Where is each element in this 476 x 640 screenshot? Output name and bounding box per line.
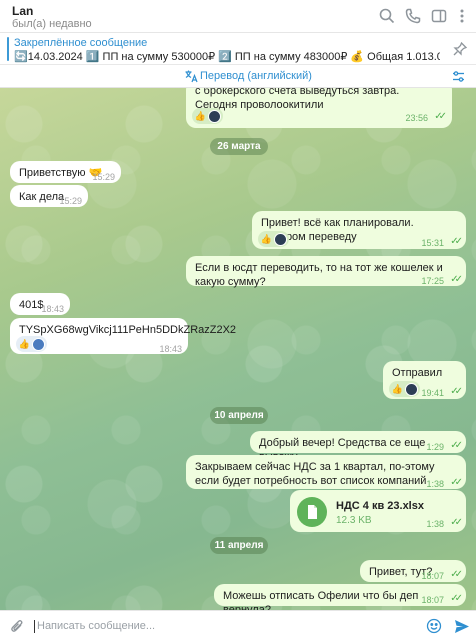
- translate-icon: [184, 69, 198, 83]
- message-time: 18:43: [159, 344, 182, 354]
- reaction[interactable]: 👍: [389, 381, 420, 397]
- message-text: TYSpXG68wgVikcj111PeHn5DDkZRazZ2X2: [19, 324, 237, 336]
- reaction[interactable]: 👍: [192, 108, 223, 124]
- message-bubble[interactable]: 401$ 18:43: [10, 293, 70, 315]
- message-text: Приветствую 🤝: [19, 167, 103, 179]
- message-bubble[interactable]: Привет! всё как планировали. Вечером пер…: [252, 211, 466, 249]
- pinned-title: Закреплённое сообщение: [14, 37, 148, 49]
- message-text: Как дела: [19, 191, 65, 203]
- message-text: Можешь отписать Офелии что бы деп вернул…: [223, 590, 419, 610]
- file-size: 12.3 KB: [336, 515, 372, 526]
- message-bubble[interactable]: Как дела 15:29: [10, 185, 88, 207]
- message-input[interactable]: Написать сообщение...: [34, 620, 155, 633]
- message-bubble[interactable]: Привет, тут? 18:07 ✓✓: [360, 560, 466, 582]
- read-check-icon: ✓✓: [450, 593, 463, 604]
- read-check-icon: ✓✓: [434, 111, 447, 122]
- message-time: 18:43: [41, 304, 64, 314]
- message-time: 15:29: [59, 196, 82, 206]
- read-check-icon: ✓✓: [450, 440, 463, 451]
- phone-icon[interactable]: [404, 7, 422, 25]
- reaction[interactable]: 👍: [258, 231, 289, 247]
- date-separator: 10 апреля: [210, 407, 268, 424]
- date-separator: 11 апреля: [210, 537, 268, 554]
- read-check-icon: ✓✓: [450, 236, 463, 247]
- message-text: Закрываем сейчас НДС за 1 квартал, по-эт…: [195, 461, 435, 487]
- read-check-icon: ✓✓: [450, 477, 463, 488]
- message-composer: Написать сообщение...: [0, 610, 476, 640]
- message-bubble[interactable]: Отправил 👍 19:41 ✓✓: [383, 361, 466, 399]
- attach-icon[interactable]: [9, 618, 25, 634]
- reaction[interactable]: 👍: [16, 336, 47, 352]
- chat-header: Lan был(а) недавно: [0, 0, 476, 33]
- read-check-icon: ✓✓: [450, 386, 463, 397]
- sidebar-icon[interactable]: [430, 7, 448, 25]
- message-time: 17:25: [421, 276, 444, 286]
- message-text: Если в юсдт переводить, то на тот же кош…: [195, 262, 443, 288]
- file-name[interactable]: НДС 4 кв 23.xlsx: [336, 499, 424, 513]
- file-message[interactable]: НДС 4 кв 23.xlsx 12.3 KB 1:38 ✓✓: [290, 490, 466, 532]
- file-icon[interactable]: [297, 497, 327, 527]
- message-bubble[interactable]: Приветствую 🤝 15:29: [10, 161, 121, 183]
- message-text: 401$: [19, 299, 44, 311]
- message-time: 15:29: [92, 172, 115, 182]
- contact-name[interactable]: Lan: [12, 4, 33, 18]
- message-time: 1:29: [426, 442, 444, 452]
- message-bubble[interactable]: Можешь отписать Офелии что бы деп вернул…: [214, 584, 466, 610]
- read-check-icon: ✓✓: [450, 569, 463, 580]
- pinned-text: 🔄14.03.2024 1️⃣ ПП на сумму 530000₽ 2️⃣ …: [14, 51, 440, 63]
- message-time: 18:07: [421, 595, 444, 605]
- message-time: 1:38: [426, 479, 444, 489]
- message-bubble[interactable]: с брокерского счета выведуться завтра. С…: [186, 88, 452, 128]
- settings-icon[interactable]: [451, 69, 466, 84]
- chat-area[interactable]: с брокерского счета выведуться завтра. С…: [0, 88, 476, 610]
- translate-bar[interactable]: Перевод (английский): [0, 65, 476, 88]
- message-time: 15:31: [421, 238, 444, 248]
- message-time: 18:07: [421, 571, 444, 581]
- message-time: 23:56: [405, 113, 428, 123]
- message-text: с брокерского счета выведуться завтра. С…: [195, 88, 400, 111]
- message-bubble[interactable]: Закрываем сейчас НДС за 1 квартал, по-эт…: [186, 455, 466, 489]
- read-check-icon: ✓✓: [450, 517, 463, 528]
- message-text: Отправил: [392, 367, 443, 379]
- message-time: 19:41: [421, 388, 444, 398]
- message-bubble[interactable]: Если в юсдт переводить, то на тот же кош…: [186, 256, 466, 288]
- search-icon[interactable]: [378, 7, 396, 25]
- more-icon[interactable]: [453, 7, 471, 25]
- date-separator: 26 марта: [210, 138, 268, 155]
- message-time: 1:38: [426, 519, 444, 529]
- pinned-message[interactable]: Закреплённое сообщение 🔄14.03.2024 1️⃣ П…: [0, 33, 476, 65]
- contact-status: был(а) недавно: [12, 18, 92, 30]
- translate-label[interactable]: Перевод (английский): [200, 70, 312, 82]
- unpin-icon[interactable]: [452, 41, 468, 57]
- message-bubble[interactable]: Добрый вечер! Средства се еще вывожу 1:2…: [250, 431, 466, 463]
- message-bubble[interactable]: TYSpXG68wgVikcj111PeHn5DDkZRazZ2X2 👍 18:…: [10, 318, 237, 354]
- emoji-icon[interactable]: [426, 618, 442, 634]
- send-icon[interactable]: [453, 618, 470, 635]
- pinned-indicator: [7, 37, 9, 61]
- read-check-icon: ✓✓: [450, 274, 463, 285]
